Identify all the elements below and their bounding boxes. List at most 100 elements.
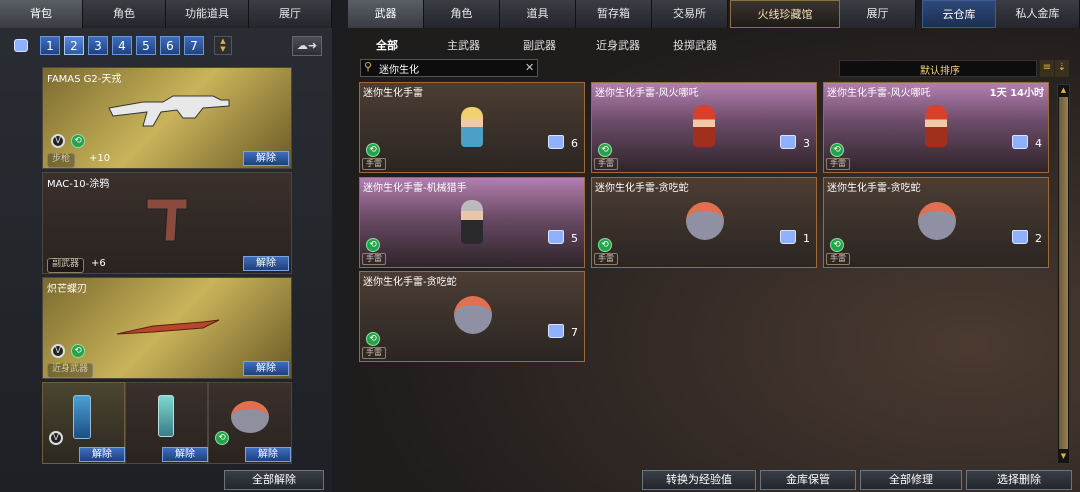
stack-icon <box>548 230 564 244</box>
weapon-card-knife[interactable]: 炽芒蝶刃 V ⟲ 近身武器 解除 <box>42 277 292 379</box>
hunter-figure-icon <box>461 200 483 244</box>
weapon-card-famas[interactable]: FAMAS G2-天戎 V ⟲ 步枪 +10 解除 <box>42 67 292 169</box>
elephant-icon <box>918 202 956 240</box>
convert-to-exp-button[interactable]: 转换为经验值 <box>642 470 756 490</box>
sort-label: 默认排序 <box>920 66 960 77</box>
item-type-tag: 手雷 <box>826 253 850 265</box>
tab-backpack[interactable]: 背包 <box>0 0 83 28</box>
item-type-tag: 手雷 <box>594 253 618 265</box>
item-card[interactable]: 迷你生化手雷-贪吃蛇 ⟲ 1 手雷 <box>591 177 817 268</box>
scrollbar-track[interactable]: ▲ ▼ <box>1057 84 1070 464</box>
search-input[interactable] <box>379 61 519 75</box>
item-count: 4 <box>1035 137 1042 150</box>
unlock-button[interactable]: 解除 <box>243 256 289 271</box>
subtab-throwable[interactable]: 投掷武器 <box>673 37 717 53</box>
item-title: 迷你生化手雷 <box>363 88 423 99</box>
grenade-slot-1[interactable]: V 解除 <box>42 382 125 464</box>
repair-all-button[interactable]: 全部修理 <box>860 470 962 490</box>
stack-icon <box>548 135 564 149</box>
item-title: 迷你生化手雷-风火哪吒 <box>827 88 931 99</box>
unlock-button[interactable]: 解除 <box>79 447 125 462</box>
tab-exchange[interactable]: 交易所 <box>652 0 728 28</box>
bag-number-3[interactable]: 3 <box>88 36 108 55</box>
item-card[interactable]: 迷你生化手雷-贪吃蛇 ⟲ 2 手雷 <box>823 177 1049 268</box>
item-type-tag: 手雷 <box>362 253 386 265</box>
bag-number-5[interactable]: 5 <box>136 36 156 55</box>
item-card[interactable]: 迷你生化手雷-贪吃蛇 ⟲ 7 手雷 <box>359 271 585 362</box>
item-card[interactable]: 迷你生化手雷-风火哪吒 1天 14小时 ⟲ 4 手雷 <box>823 82 1049 173</box>
green-badge-icon: ⟲ <box>71 344 85 358</box>
subtab-all[interactable]: 全部 <box>376 37 398 53</box>
green-badge-icon: ⟲ <box>215 431 229 445</box>
scrollbar-thumb[interactable] <box>1059 97 1068 449</box>
unlock-button[interactable]: 解除 <box>162 447 208 462</box>
subtab-secondary[interactable]: 副武器 <box>523 37 556 53</box>
grenade-slot-3[interactable]: ⟲ 解除 <box>208 382 292 464</box>
elephant-grenade-icon <box>231 401 269 433</box>
search-icon: ⚲ <box>364 60 373 73</box>
tab-showroom[interactable]: 展厅 <box>249 0 332 28</box>
green-badge-icon: ⟲ <box>830 143 844 157</box>
weapon-card-mac10[interactable]: MAC-10-涂鸦 副武器 +6 解除 <box>42 172 292 274</box>
smg-icon <box>146 198 188 242</box>
item-card[interactable]: 迷你生化手雷-风火哪吒 ⟲ 3 手雷 <box>591 82 817 173</box>
tab-weapons[interactable]: 武器 <box>348 0 424 28</box>
unlock-button[interactable]: 解除 <box>243 361 289 376</box>
export-icon[interactable]: ☁➜ <box>292 36 322 56</box>
item-count: 1 <box>803 232 810 245</box>
tab-private-vault[interactable]: 私人金库 <box>996 0 1080 28</box>
green-badge-icon: ⟲ <box>830 238 844 252</box>
tab-characters[interactable]: 角色 <box>424 0 500 28</box>
elephant-icon <box>454 296 492 334</box>
item-title: 迷你生化手雷-贪吃蛇 <box>595 183 689 194</box>
stack-icon <box>1012 230 1028 244</box>
item-title: 迷你生化手雷-贪吃蛇 <box>363 277 457 288</box>
stack-icon <box>780 230 796 244</box>
item-title: 迷你生化手雷-贪吃蛇 <box>827 183 921 194</box>
subtab-primary[interactable]: 主武器 <box>447 37 480 53</box>
tab-character[interactable]: 角色 <box>83 0 166 28</box>
grenade-icon <box>158 395 174 437</box>
tab-collection[interactable]: 火线珍藏馆 <box>730 0 840 28</box>
tab-temp-box[interactable]: 暂存箱 <box>576 0 652 28</box>
unlock-button[interactable]: 解除 <box>243 151 289 166</box>
bag-number-7[interactable]: 7 <box>184 36 204 55</box>
tab-items[interactable]: 道具 <box>500 0 576 28</box>
sort-dropdown[interactable]: 默认排序 <box>839 60 1037 77</box>
bag-icon <box>14 39 28 52</box>
item-timer: 1天 14小时 <box>989 88 1044 99</box>
elephant-icon <box>686 202 724 240</box>
stack-icon <box>548 324 564 338</box>
tab-function-items[interactable]: 功能道具 <box>166 0 249 28</box>
bag-number-1[interactable]: 1 <box>40 36 60 55</box>
item-card[interactable]: 迷你生化手雷 ⟲ 6 手雷 <box>359 82 585 173</box>
clear-search-icon[interactable]: ✕ <box>525 61 534 74</box>
tab-exhibition[interactable]: 展厅 <box>840 0 916 28</box>
green-badge-icon: ⟲ <box>598 143 612 157</box>
red-hair-figure-icon <box>925 105 947 147</box>
item-card[interactable]: 迷你生化手雷-机械猎手 ⟲ 5 手雷 <box>359 177 585 268</box>
bonus-text: +6 <box>91 258 106 269</box>
bag-number-2[interactable]: 2 <box>64 36 84 55</box>
list-view-icon[interactable]: ≡ <box>1040 60 1054 77</box>
vault-keep-button[interactable]: 金库保管 <box>760 470 856 490</box>
bag-number-4[interactable]: 4 <box>112 36 132 55</box>
tab-cloud-storage[interactable]: 云仓库 <box>922 0 996 28</box>
sort-direction-icon[interactable]: ⇣ <box>1055 60 1069 77</box>
item-type-tag: 手雷 <box>362 347 386 359</box>
unlock-button[interactable]: 解除 <box>245 447 291 462</box>
scroll-up-icon[interactable]: ▲ <box>1058 85 1069 95</box>
bag-scroll-arrows[interactable]: ▲ ▼ <box>214 36 232 55</box>
v-badge-icon: V <box>51 344 65 358</box>
grenade-icon <box>73 395 91 439</box>
select-delete-button[interactable]: 选择删除 <box>966 470 1072 490</box>
subtab-melee[interactable]: 近身武器 <box>596 37 640 53</box>
stack-icon <box>780 135 796 149</box>
weapon-type-tag: 近身武器 <box>47 363 94 378</box>
grenade-slot-2[interactable]: 解除 <box>125 382 208 464</box>
item-count: 6 <box>571 137 578 150</box>
unlock-all-button[interactable]: 全部解除 <box>224 470 324 490</box>
green-badge-icon: ⟲ <box>366 332 380 346</box>
scroll-down-icon[interactable]: ▼ <box>1058 451 1069 461</box>
bag-number-6[interactable]: 6 <box>160 36 180 55</box>
